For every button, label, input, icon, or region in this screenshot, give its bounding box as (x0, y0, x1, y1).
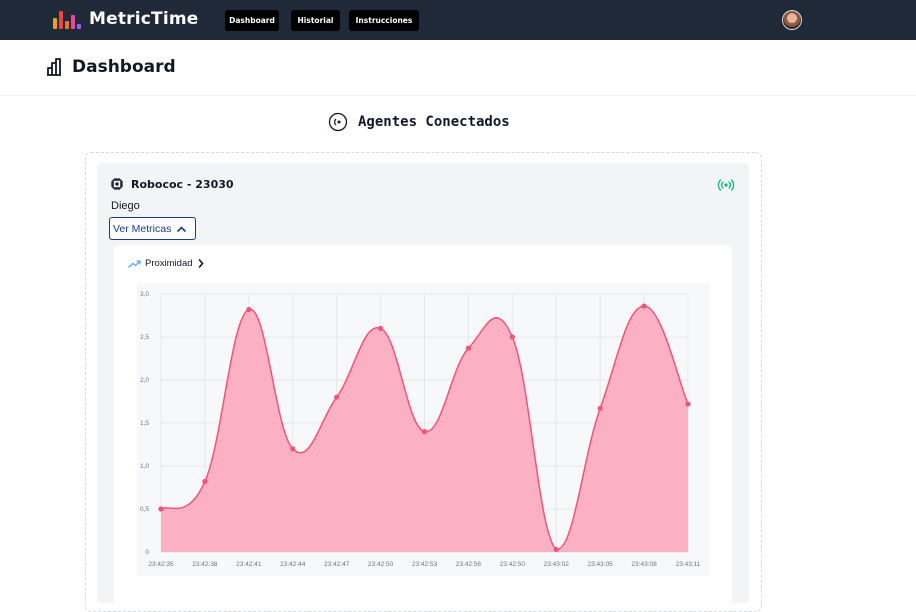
user-avatar[interactable] (782, 10, 802, 30)
metric-proximidad-toggle[interactable]: Proximidad (128, 258, 204, 269)
y-tick-label: 1,0 (140, 463, 149, 470)
broadcast-signal-icon (717, 179, 735, 191)
data-point (597, 405, 603, 411)
x-tick-label: 23:42:56 (456, 561, 482, 568)
x-tick-label: 23:42:47 (324, 561, 350, 568)
agent-header: Robococ - 23030 (110, 177, 234, 191)
x-tick-label: 23:42:35 (148, 561, 174, 568)
signal-circle-icon (328, 112, 348, 132)
y-tick-label: 0,5 (140, 506, 149, 513)
y-tick-label: 0 (145, 549, 149, 556)
x-tick-label: 23:43:11 (676, 561, 701, 568)
proximity-chart-svg: 0 0,5 1,0 1,5 2,0 2,5 3,0 23:42:35 23:42:38 23:42… (140, 291, 701, 568)
page-title: Dashboard (72, 57, 176, 77)
ver-metricas-button[interactable]: Ver Metricas (109, 217, 196, 240)
data-point (377, 325, 384, 331)
y-tick-label: 2,0 (140, 377, 149, 384)
bar-chart-outline-icon (47, 58, 61, 76)
data-point (158, 506, 164, 512)
y-tick-label: 1,5 (140, 420, 149, 427)
x-tick-label: 23:42:44 (280, 561, 306, 568)
data-point (246, 306, 252, 313)
bar-chart-logo-icon (53, 9, 81, 29)
x-tick-label: 23:42:50 (368, 561, 394, 568)
nav-historial-button[interactable]: Historial (291, 10, 340, 31)
top-navbar: MetricTime Dashboard Historial Instrucci… (0, 0, 916, 40)
x-tick-label: 23:42:53 (412, 561, 438, 568)
data-point (290, 446, 296, 452)
brand-name: MetricTime (89, 9, 199, 29)
agent-name: Robococ - 23030 (131, 177, 234, 191)
nav-instrucciones-button[interactable]: Instrucciones (349, 10, 419, 31)
chevron-up-icon (177, 225, 187, 232)
y-tick-label: 3,0 (140, 291, 149, 298)
agent-user: Diego (111, 200, 140, 212)
x-tick-label: 23:42:38 (192, 561, 218, 568)
y-tick-label: 2,5 (140, 334, 149, 341)
page-header: Dashboard (0, 40, 916, 96)
cpu-chip-icon (111, 178, 123, 190)
nav-dashboard-button[interactable]: Dashboard (225, 10, 279, 31)
x-tick-label: 23:43:02 (544, 561, 570, 568)
section-header: Agentes Conectados (328, 112, 510, 132)
proximity-chart: 0 0,5 1,0 1,5 2,0 2,5 3,0 23:42:35 23:42:38 23:42… (137, 283, 710, 576)
data-point (553, 546, 559, 553)
x-tick-label: 23:43:05 (588, 561, 614, 568)
metric-label: Proximidad (145, 258, 193, 269)
x-tick-label: 23:43:08 (631, 561, 657, 568)
data-point (334, 394, 340, 400)
data-point (421, 429, 428, 435)
section-title: Agentes Conectados (358, 114, 510, 130)
data-point (202, 478, 208, 485)
data-point (509, 334, 515, 340)
x-tick-label: 23:42:50 (500, 561, 526, 568)
ver-metricas-label: Ver Metricas (113, 222, 172, 235)
brand-logo[interactable]: MetricTime (53, 9, 199, 29)
data-point (641, 303, 647, 309)
trending-up-icon (128, 259, 141, 268)
chevron-right-icon (198, 259, 204, 268)
x-tick-label: 23:42:41 (236, 561, 262, 568)
data-point (685, 401, 691, 407)
page-title-group: Dashboard (46, 57, 176, 77)
data-point (465, 345, 472, 351)
